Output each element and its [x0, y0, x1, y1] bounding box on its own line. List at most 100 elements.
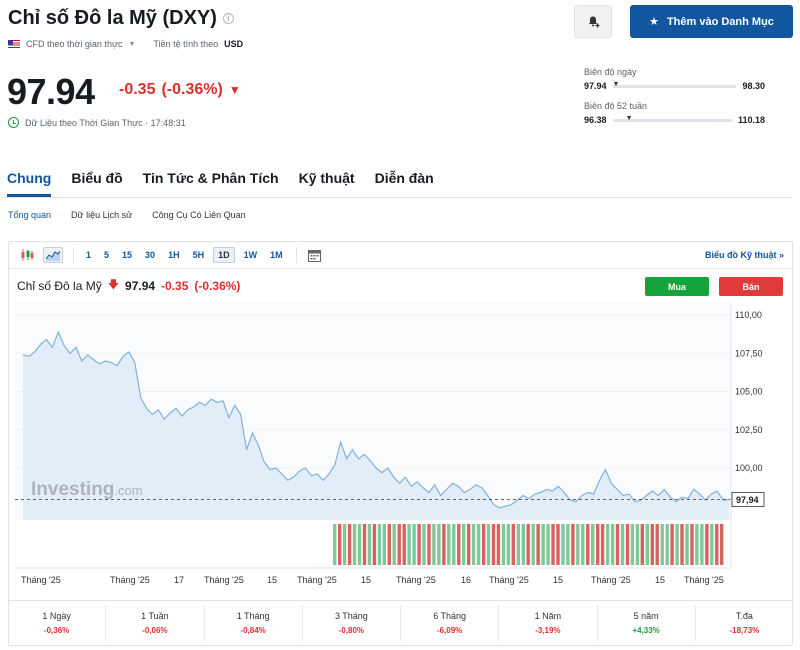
create-alert-button[interactable]	[574, 5, 612, 38]
x-tick-label: Tháng '25	[489, 575, 529, 585]
x-tick-label: 15	[655, 575, 665, 585]
volume-bar	[680, 524, 684, 565]
timeframe-1m[interactable]: 1M	[266, 248, 287, 262]
performance-cell[interactable]: 1 Ngày -0,36%	[8, 605, 107, 641]
volume-bar	[600, 524, 605, 565]
volume-bar	[486, 524, 491, 565]
tab-news-analysis[interactable]: Tin Tức & Phân Tích	[143, 160, 279, 197]
subtab-historical-data[interactable]: Dữ liệu Lịch sử	[71, 210, 132, 220]
timeframe-1h[interactable]: 1H	[164, 248, 184, 262]
buy-button[interactable]: Mua	[645, 277, 709, 296]
52-week-range-low: 96.38	[584, 115, 607, 125]
volume-bar	[432, 524, 436, 565]
volume-bar	[447, 524, 451, 565]
candlestick-icon[interactable]	[17, 247, 37, 263]
volume-bar	[501, 524, 506, 565]
volume-bar	[551, 524, 555, 565]
timeframe-5h[interactable]: 5H	[189, 248, 209, 262]
volume-bar	[705, 524, 709, 565]
volume-bar	[685, 524, 689, 565]
performance-value: -18,73%	[729, 626, 760, 635]
timeframe-30[interactable]: 30	[141, 248, 159, 262]
performance-cell[interactable]: 6 Tháng -6,09%	[401, 605, 500, 641]
price-chart[interactable]: 110,00 107,50 105,00 102,50 100,00 Investing.…	[9, 302, 792, 592]
volume-bar	[591, 524, 595, 565]
info-icon[interactable]: i	[222, 13, 234, 24]
volume-bar	[357, 524, 362, 565]
tab-technical[interactable]: Kỹ thuật	[299, 160, 355, 197]
main-tabs: Chung Biểu đồ Tin Tức & Phân Tích Kỹ thu…	[0, 160, 792, 198]
sell-button[interactable]: Bán	[719, 277, 783, 296]
timeframe-1[interactable]: 1	[82, 248, 95, 262]
volume-bar	[412, 524, 416, 565]
volume-bar	[650, 524, 654, 565]
timeframe-15[interactable]: 15	[118, 248, 136, 262]
volume-bar	[506, 524, 511, 565]
timeframe-1d[interactable]: 1D	[213, 247, 235, 263]
timeframe-5[interactable]: 5	[100, 248, 113, 262]
volume-bar	[571, 524, 575, 565]
volume-bar	[452, 524, 456, 565]
performance-cell[interactable]: 1 Tuần -0,06%	[106, 605, 205, 641]
performance-cell[interactable]: 1 Năm -3,19%	[499, 605, 598, 641]
volume-bar	[422, 524, 426, 565]
watermark-logo: Investing.com	[31, 479, 143, 500]
day-range-bar: ▼	[612, 81, 737, 88]
volume-bar	[427, 524, 431, 565]
volume-bar	[690, 524, 694, 565]
clock-icon	[8, 117, 19, 128]
performance-period: 1 Năm	[534, 611, 562, 621]
chart-widget: 1 5 15 30 1H 5H 1D 1W 1M Biểu đồ Kỹ thuậ…	[8, 241, 793, 646]
subtab-overview[interactable]: Tổng quan	[8, 210, 51, 220]
volume-bar	[670, 524, 674, 565]
x-tick-label: Tháng '25	[684, 575, 724, 585]
last-price: 97.94	[7, 71, 95, 112]
instrument-name: Chỉ số Đô la Mỹ (DXY)	[8, 7, 217, 29]
performance-cell[interactable]: 1 Tháng -0,84%	[205, 605, 303, 641]
volume-bar	[655, 524, 659, 565]
performance-cell[interactable]: T.đa -18,73%	[696, 605, 793, 641]
add-to-watchlist-button[interactable]: ★ Thêm vào Danh Mục	[630, 5, 793, 38]
chevron-down-icon[interactable]: ▼	[128, 41, 135, 48]
x-tick-label: Tháng '25	[110, 575, 150, 585]
performance-summary: 1 Ngày -0,36% 1 Tuần -0,06% 1 Tháng -0,84% 3 T…	[8, 600, 793, 645]
volume-bar	[367, 524, 372, 565]
volume-bar	[610, 524, 615, 565]
volume-bar	[347, 524, 352, 565]
watchlist-button-label: Thêm vào Danh Mục	[666, 15, 774, 28]
cfd-type-selector[interactable]: CFD theo thời gian thực	[26, 39, 122, 49]
timeframe-1w[interactable]: 1W	[240, 248, 262, 262]
legend-instrument-name: Chỉ số Đô la Mỹ	[17, 278, 102, 293]
calendar-icon[interactable]	[305, 247, 325, 263]
realtime-label: Dữ Liệu theo Thời Gian Thực · 17:48:31	[25, 117, 186, 128]
performance-value: -6,09%	[436, 626, 463, 635]
volume-bar	[407, 524, 411, 565]
x-tick-label: 15	[553, 575, 563, 585]
performance-period: 1 Tuần	[141, 611, 169, 621]
arrow-down-icon: 🡇	[107, 279, 120, 291]
legend-price: 97.94	[125, 278, 156, 293]
performance-period: 1 Tháng	[236, 611, 270, 621]
52-week-range-bar: ▼	[612, 115, 732, 122]
tab-forum[interactable]: Diễn đàn	[375, 160, 434, 197]
volume-bar	[700, 524, 704, 565]
volume-bar	[417, 524, 421, 565]
volume-bar	[516, 524, 520, 565]
performance-period: 6 Tháng	[433, 611, 467, 621]
subtab-related-instruments[interactable]: Công Cụ Có Liên Quan	[152, 210, 246, 220]
area-chart-icon[interactable]	[43, 247, 63, 263]
triangle-down-icon: ▼	[228, 83, 241, 97]
toolbar-divider	[295, 247, 297, 263]
x-tick-label: Tháng '25	[204, 575, 244, 585]
volume-bar	[710, 524, 714, 565]
performance-period: 5 năm	[633, 611, 659, 621]
volume-bar	[402, 524, 406, 565]
tab-chart[interactable]: Biểu đồ	[71, 160, 122, 197]
technical-chart-link[interactable]: Biểu đồ Kỹ thuật »	[705, 250, 784, 260]
performance-cell[interactable]: 5 năm +4,33%	[598, 605, 696, 641]
y-tick-label: 100,00	[735, 463, 763, 473]
52-week-range-label: Biên độ 52 tuần	[584, 101, 648, 111]
performance-cell[interactable]: 3 Tháng -0,80%	[303, 605, 401, 641]
tab-overview[interactable]: Chung	[7, 160, 52, 197]
x-tick-label: Tháng '25	[396, 575, 436, 585]
